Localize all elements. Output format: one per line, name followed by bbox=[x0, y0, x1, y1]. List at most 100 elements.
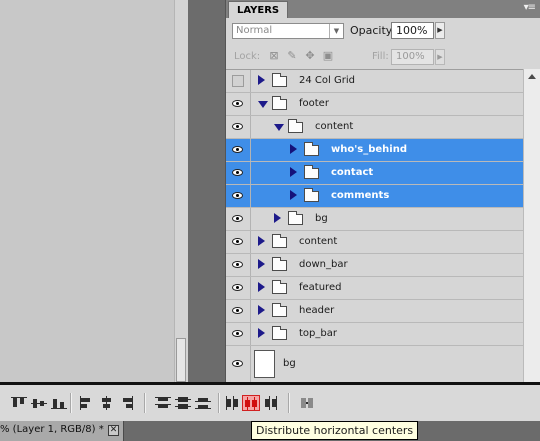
lock-image-pixels-icon[interactable]: ✎ bbox=[286, 50, 298, 62]
layer-row[interactable]: footer bbox=[226, 93, 523, 116]
layer-row[interactable]: featured bbox=[226, 277, 523, 300]
layer-name[interactable]: top_bar bbox=[299, 323, 337, 345]
folder-icon bbox=[272, 280, 287, 294]
eye-icon bbox=[232, 360, 243, 367]
auto-align-layers-icon[interactable] bbox=[298, 395, 316, 411]
layer-row[interactable]: 24 Col Grid bbox=[226, 70, 523, 93]
disclosure-collapsed-icon[interactable] bbox=[258, 282, 265, 292]
distribute-top-edges-icon[interactable] bbox=[154, 395, 172, 411]
empty-box-icon bbox=[232, 75, 244, 87]
visibility-eye-icon[interactable] bbox=[226, 346, 251, 382]
fill-slider-arrow-icon[interactable]: ▶ bbox=[435, 49, 445, 65]
visibility-eye-icon[interactable] bbox=[226, 300, 251, 322]
disclosure-collapsed-icon[interactable] bbox=[258, 259, 265, 269]
tab-layers[interactable]: LAYERS bbox=[228, 1, 289, 18]
disclosure-collapsed-icon[interactable] bbox=[290, 190, 297, 200]
disclosure-expanded-icon[interactable] bbox=[274, 124, 284, 131]
close-icon[interactable]: ✕ bbox=[108, 425, 119, 436]
visibility-eye-icon[interactable] bbox=[226, 139, 251, 161]
folder-icon bbox=[272, 326, 287, 340]
disclosure-collapsed-icon[interactable] bbox=[258, 305, 265, 315]
visibility-eye-icon[interactable] bbox=[226, 185, 251, 207]
layer-name[interactable]: content bbox=[315, 116, 353, 138]
lock-all-icon[interactable]: ▣ bbox=[322, 50, 334, 62]
visibility-eye-icon[interactable] bbox=[226, 116, 251, 138]
visibility-eye-icon[interactable] bbox=[226, 323, 251, 345]
align-vertical-centers-icon[interactable] bbox=[30, 395, 48, 411]
layer-name[interactable]: comments bbox=[331, 185, 389, 207]
document-tab-title: % (Layer 1, RGB/8) * bbox=[0, 424, 104, 435]
fill-field[interactable]: 100% bbox=[391, 49, 434, 65]
disclosure-collapsed-icon[interactable] bbox=[290, 167, 297, 177]
align-horizontal-centers-icon[interactable] bbox=[98, 395, 116, 411]
distribute-right-edges-icon[interactable] bbox=[262, 395, 280, 411]
visibility-eye-icon[interactable] bbox=[226, 231, 251, 253]
layer-row[interactable]: comments bbox=[226, 185, 523, 208]
layer-name[interactable]: footer bbox=[299, 93, 329, 115]
layers-scrollbar[interactable] bbox=[523, 69, 540, 382]
layer-name[interactable]: content bbox=[299, 231, 337, 253]
panel-header: LAYERS ▾≡ bbox=[226, 0, 540, 18]
canvas-scroll-thumb[interactable] bbox=[176, 338, 186, 382]
visibility-eye-icon[interactable] bbox=[226, 162, 251, 184]
disclosure-collapsed-icon[interactable] bbox=[258, 328, 265, 338]
layer-name[interactable]: who's_behind bbox=[331, 139, 407, 161]
visibility-eye-icon[interactable] bbox=[226, 277, 251, 299]
visibility-eye-icon[interactable] bbox=[226, 254, 251, 276]
layer-name[interactable]: bg bbox=[315, 208, 328, 230]
scroll-up-icon[interactable] bbox=[528, 74, 536, 79]
layer-name[interactable]: featured bbox=[299, 277, 341, 299]
disclosure-collapsed-icon[interactable] bbox=[258, 75, 265, 85]
layer-name[interactable]: bg bbox=[283, 346, 296, 382]
separator bbox=[218, 393, 220, 413]
lock-label: Lock: bbox=[234, 51, 261, 62]
layer-row[interactable]: contact bbox=[226, 162, 523, 185]
layer-name[interactable]: 24 Col Grid bbox=[299, 70, 355, 92]
eye-icon bbox=[232, 192, 243, 199]
layer-row[interactable]: header bbox=[226, 300, 523, 323]
visibility-eye-icon[interactable] bbox=[226, 93, 251, 115]
layers-panel: LAYERS ▾≡ Normal ▼ Opacity: 100% ▶ Lock:… bbox=[225, 0, 540, 383]
align-top-edges-icon[interactable] bbox=[10, 395, 28, 411]
layer-list: 24 Col Grid footer content who's_behind cont… bbox=[226, 69, 523, 383]
folder-icon bbox=[304, 188, 319, 202]
visibility-toggle-empty[interactable] bbox=[226, 70, 251, 92]
layer-row[interactable]: who's_behind bbox=[226, 139, 523, 162]
align-bottom-edges-icon[interactable] bbox=[50, 395, 68, 411]
opacity-field[interactable]: 100% bbox=[391, 22, 434, 39]
document-tab[interactable]: % (Layer 1, RGB/8) * ✕ bbox=[0, 421, 124, 441]
opacity-slider-arrow-icon[interactable]: ▶ bbox=[435, 22, 445, 39]
disclosure-collapsed-icon[interactable] bbox=[290, 144, 297, 154]
align-left-edges-icon[interactable] bbox=[78, 395, 96, 411]
layer-row[interactable]: bg bbox=[226, 208, 523, 231]
chevron-down-icon[interactable]: ▼ bbox=[329, 24, 343, 38]
disclosure-expanded-icon[interactable] bbox=[258, 101, 268, 108]
disclosure-collapsed-icon[interactable] bbox=[258, 236, 265, 246]
layer-row[interactable]: content bbox=[226, 116, 523, 139]
distribute-horizontal-centers-icon[interactable] bbox=[242, 395, 260, 411]
workspace-gutter bbox=[188, 0, 225, 382]
layer-row[interactable]: content bbox=[226, 231, 523, 254]
panel-menu-icon[interactable]: ▾≡ bbox=[524, 2, 536, 14]
lock-transparent-pixels-icon[interactable]: ⊠ bbox=[268, 50, 280, 62]
distribute-vertical-centers-icon[interactable] bbox=[174, 395, 192, 411]
canvas-vertical-scrollbar[interactable] bbox=[174, 0, 188, 382]
layer-name[interactable]: header bbox=[299, 300, 334, 322]
distribute-left-edges-icon[interactable] bbox=[224, 395, 242, 411]
folder-icon bbox=[304, 165, 319, 179]
align-right-edges-icon[interactable] bbox=[118, 395, 136, 411]
eye-icon bbox=[232, 307, 243, 314]
visibility-eye-icon[interactable] bbox=[226, 208, 251, 230]
folder-icon bbox=[272, 96, 287, 110]
disclosure-collapsed-icon[interactable] bbox=[274, 213, 281, 223]
layer-name[interactable]: down_bar bbox=[299, 254, 348, 276]
blend-mode-select[interactable]: Normal ▼ bbox=[232, 23, 344, 39]
layer-row[interactable]: top_bar bbox=[226, 323, 523, 346]
folder-icon bbox=[272, 257, 287, 271]
distribute-bottom-edges-icon[interactable] bbox=[194, 395, 212, 411]
layer-name[interactable]: contact bbox=[331, 162, 373, 184]
canvas-area[interactable] bbox=[0, 0, 174, 382]
layer-row[interactable]: bg bbox=[226, 346, 523, 383]
layer-row[interactable]: down_bar bbox=[226, 254, 523, 277]
lock-position-icon[interactable]: ✥ bbox=[304, 50, 316, 62]
